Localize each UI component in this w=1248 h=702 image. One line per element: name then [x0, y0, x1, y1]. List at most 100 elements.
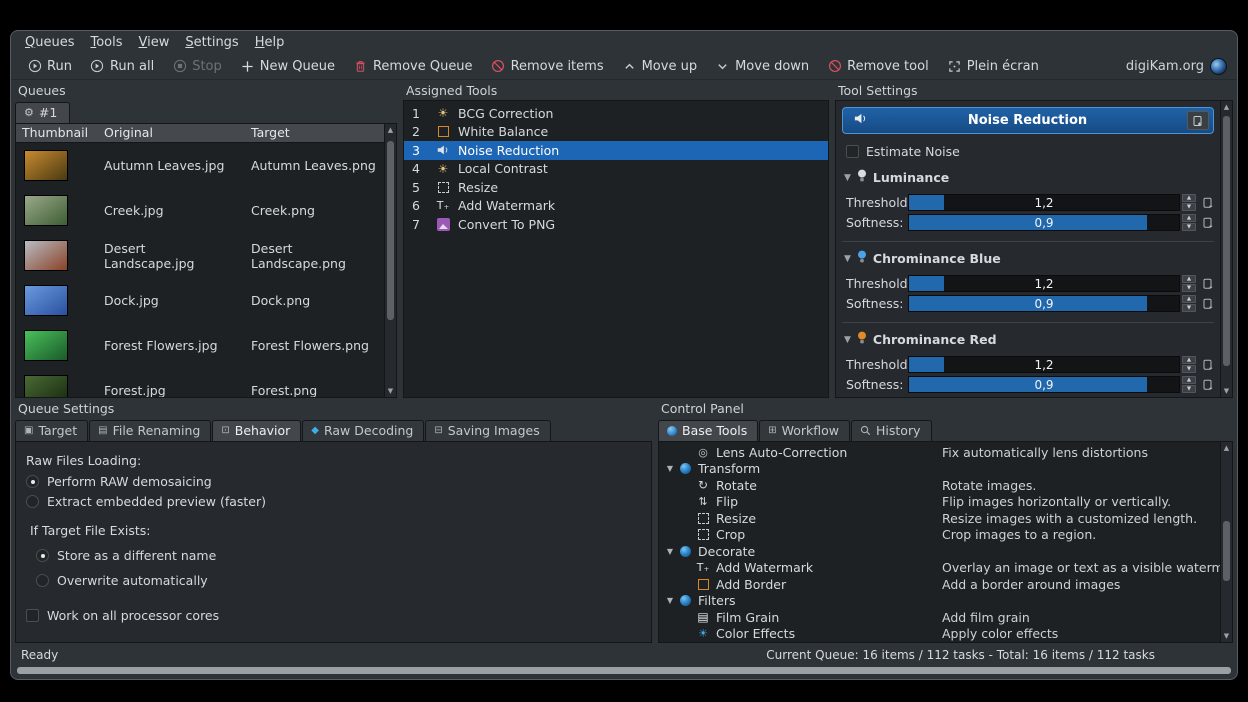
- toolbar-button-move-up[interactable]: Move up: [614, 57, 706, 76]
- tree-item-filters[interactable]: ▼Filters: [659, 593, 1220, 610]
- slider-threshold[interactable]: 1,2: [908, 356, 1180, 373]
- menu-tools[interactable]: Tools: [82, 34, 130, 51]
- queue-item-row[interactable]: Forest.jpgForest.png: [16, 368, 384, 397]
- expander-icon[interactable]: ▼: [663, 547, 677, 556]
- slider-softness[interactable]: 0,9: [908, 295, 1180, 312]
- assigned-tool-bcg-correction[interactable]: 1☀BCG Correction: [404, 104, 828, 123]
- scroll-down-icon[interactable]: ▼: [385, 385, 397, 397]
- radio-extract-embedded-preview[interactable]: [26, 495, 39, 508]
- queue-tab-1[interactable]: ⚙ #1: [15, 102, 70, 123]
- reset-icon[interactable]: [1202, 217, 1214, 229]
- tab-target[interactable]: ▣Target: [15, 420, 88, 441]
- spin-down-icon[interactable]: ▼: [1182, 284, 1196, 292]
- tab-behavior[interactable]: ⊡Behavior: [212, 420, 301, 441]
- expander-icon[interactable]: ▼: [663, 464, 677, 473]
- radio-overwrite-automatically[interactable]: [36, 574, 49, 587]
- tab-workflow[interactable]: ⊞Workflow: [759, 420, 850, 441]
- slider-threshold[interactable]: 1,2: [908, 275, 1180, 292]
- assigned-tool-white-balance[interactable]: 2White Balance: [404, 123, 828, 142]
- toolbar-button-stop[interactable]: Stop: [164, 57, 230, 76]
- collapse-arrow-icon[interactable]: ▼: [844, 335, 851, 345]
- reset-icon[interactable]: [1202, 379, 1214, 391]
- slider-softness[interactable]: 0,9: [908, 214, 1180, 231]
- tree-item-transform[interactable]: ▼Transform: [659, 461, 1220, 478]
- spin-up-icon[interactable]: ▲: [1182, 376, 1196, 384]
- toolbar-button-run-all[interactable]: Run all: [82, 57, 162, 76]
- reset-icon[interactable]: [1202, 359, 1214, 371]
- tree-item-flip[interactable]: ⇅FlipFlip images horizontally or vertica…: [659, 494, 1220, 511]
- tab-file-renaming[interactable]: ▤File Renaming: [89, 420, 211, 441]
- assigned-tool-local-contrast[interactable]: 4☀Local Contrast: [404, 160, 828, 179]
- scroll-up-icon[interactable]: ▲: [1221, 442, 1233, 454]
- spin-up-icon[interactable]: ▲: [1182, 356, 1196, 364]
- tree-item-lens-auto-correction[interactable]: ◎Lens Auto-CorrectionFix automatically l…: [659, 444, 1220, 461]
- column-target[interactable]: Target: [245, 124, 384, 142]
- assigned-tool-resize[interactable]: 5Resize: [404, 178, 828, 197]
- collapse-arrow-icon[interactable]: ▼: [844, 173, 851, 183]
- queue-item-row[interactable]: Desert Landscape.jpgDesert Landscape.png: [16, 233, 384, 278]
- queue-item-row[interactable]: Dock.jpgDock.png: [16, 278, 384, 323]
- estimate-noise-checkbox[interactable]: [846, 145, 859, 158]
- spinbox[interactable]: ▲▼: [1182, 194, 1196, 211]
- tree-item-add-watermark[interactable]: T₊Add WatermarkOverlay an image or text …: [659, 560, 1220, 577]
- spin-down-icon[interactable]: ▼: [1182, 304, 1196, 312]
- spinbox[interactable]: ▲▼: [1182, 214, 1196, 231]
- spin-up-icon[interactable]: ▲: [1182, 295, 1196, 303]
- assigned-tool-noise-reduction[interactable]: 3Noise Reduction: [404, 141, 828, 160]
- menu-view[interactable]: View: [131, 34, 178, 51]
- tree-scrollbar[interactable]: ▲ ▼: [1220, 442, 1232, 642]
- tree-item-rotate[interactable]: ↻RotateRotate images.: [659, 477, 1220, 494]
- scroll-down-icon[interactable]: ▼: [1221, 385, 1233, 397]
- queue-item-row[interactable]: Autumn Leaves.jpgAutumn Leaves.png: [16, 143, 384, 188]
- spinbox[interactable]: ▲▼: [1182, 275, 1196, 292]
- spin-down-icon[interactable]: ▼: [1182, 203, 1196, 211]
- queue-table-scrollbar[interactable]: ▲ ▼: [384, 124, 396, 397]
- tree-item-resize[interactable]: ResizeResize images with a customized le…: [659, 510, 1220, 527]
- spinbox[interactable]: ▲▼: [1182, 376, 1196, 393]
- menu-queues[interactable]: Queues: [17, 34, 82, 51]
- spin-up-icon[interactable]: ▲: [1182, 275, 1196, 283]
- menu-settings[interactable]: Settings: [177, 34, 246, 51]
- scroll-down-icon[interactable]: ▼: [1221, 630, 1233, 642]
- spin-down-icon[interactable]: ▼: [1182, 223, 1196, 231]
- spin-up-icon[interactable]: ▲: [1182, 214, 1196, 222]
- collapse-arrow-icon[interactable]: ▼: [844, 254, 851, 264]
- spin-down-icon[interactable]: ▼: [1182, 385, 1196, 393]
- queue-item-row[interactable]: Creek.jpgCreek.png: [16, 188, 384, 233]
- tab-base-tools[interactable]: Base Tools: [658, 420, 758, 441]
- column-thumbnail[interactable]: Thumbnail: [16, 124, 98, 142]
- toolbar-button-new-queue[interactable]: New Queue: [232, 57, 343, 76]
- spin-down-icon[interactable]: ▼: [1182, 365, 1196, 373]
- scroll-up-icon[interactable]: ▲: [1221, 101, 1233, 113]
- spin-up-icon[interactable]: ▲: [1182, 194, 1196, 202]
- tab-history[interactable]: History: [851, 420, 931, 441]
- work-all-cores-checkbox[interactable]: [26, 609, 39, 622]
- spinbox[interactable]: ▲▼: [1182, 295, 1196, 312]
- spinbox[interactable]: ▲▼: [1182, 356, 1196, 373]
- tree-item-crop[interactable]: CropCrop images to a region.: [659, 527, 1220, 544]
- tree-item-color-effects[interactable]: ☀Color EffectsApply color effects: [659, 626, 1220, 643]
- tab-raw-decoding[interactable]: ◆Raw Decoding: [302, 420, 424, 441]
- slider-softness[interactable]: 0,9: [908, 376, 1180, 393]
- radio-perform-raw-demosaicing[interactable]: [26, 475, 39, 488]
- toolbar-button-remove-items[interactable]: Remove items: [483, 57, 612, 76]
- expander-icon[interactable]: ▼: [663, 596, 677, 605]
- toolbar-button-plein-cran[interactable]: Plein écran: [939, 57, 1047, 76]
- assigned-tool-add-watermark[interactable]: 6T₊Add Watermark: [404, 197, 828, 216]
- reset-icon[interactable]: [1202, 298, 1214, 310]
- toolbar-button-remove-queue[interactable]: Remove Queue: [345, 57, 481, 76]
- toolbar-button-move-down[interactable]: Move down: [707, 57, 817, 76]
- slider-threshold[interactable]: 1,2: [908, 194, 1180, 211]
- queue-item-row[interactable]: Forest Flowers.jpgForest Flowers.png: [16, 323, 384, 368]
- menu-help[interactable]: Help: [247, 34, 293, 51]
- tree-item-add-border[interactable]: Add BorderAdd a border around images: [659, 576, 1220, 593]
- assigned-tool-convert-to-png[interactable]: 7Convert To PNG: [404, 215, 828, 234]
- reset-icon[interactable]: [1202, 278, 1214, 290]
- reset-icon[interactable]: [1202, 197, 1214, 209]
- tool-settings-scrollbar[interactable]: ▲ ▼: [1220, 101, 1232, 397]
- tab-saving-images[interactable]: ⊟Saving Images: [425, 420, 550, 441]
- toolbar-button-remove-tool[interactable]: Remove tool: [819, 57, 937, 76]
- toolbar-button-run[interactable]: Run: [19, 57, 80, 76]
- tool-options-button[interactable]: [1187, 111, 1209, 130]
- tree-item-decorate[interactable]: ▼Decorate: [659, 543, 1220, 560]
